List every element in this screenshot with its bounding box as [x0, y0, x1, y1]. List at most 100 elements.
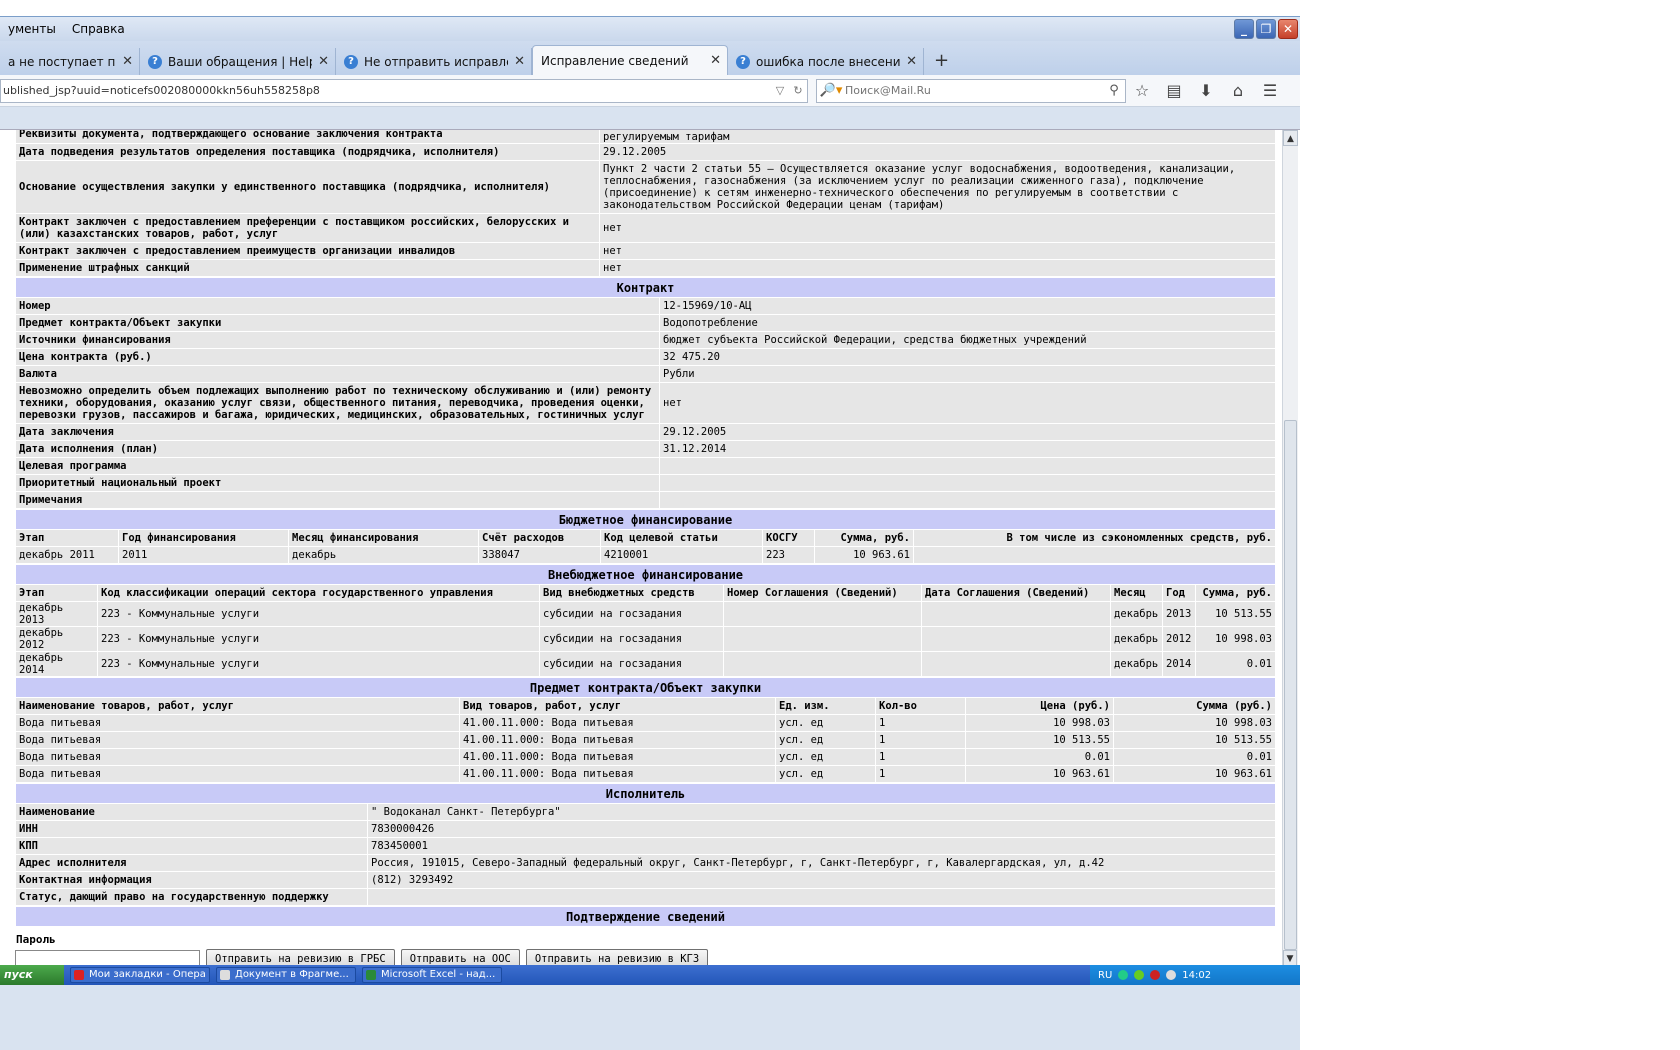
column-header: В том числе из сэкономленных средств, ру…: [913, 529, 1276, 547]
cell: 0.01: [1113, 748, 1276, 766]
tab-close-icon[interactable]: ✕: [122, 54, 133, 69]
cell: 0.01: [965, 748, 1114, 766]
column-header: Код классификации операций сектора госуд…: [97, 584, 540, 602]
home-icon[interactable]: ⌂: [1222, 79, 1254, 103]
menu-documents[interactable]: ументы: [0, 22, 64, 36]
minimize-button[interactable]: _: [1234, 19, 1254, 39]
row-label: ИНН: [15, 820, 368, 838]
scroll-up-icon[interactable]: ▲: [1283, 130, 1298, 146]
bookmark-star-icon[interactable]: ☆: [1126, 79, 1158, 103]
table-row: Контактная информация (812) 3293492: [15, 871, 1276, 889]
new-tab-button[interactable]: +: [924, 50, 959, 75]
table-row: Источники финансирования бюджет субъекта …: [15, 331, 1276, 349]
page-viewport: Реквизиты документа, подтверждающего осн…: [0, 129, 1300, 965]
row-value: нет: [599, 242, 1276, 260]
top-details-table: Реквизиты документа, подтверждающего осн…: [15, 130, 1276, 277]
cell: [921, 601, 1111, 627]
menu-help[interactable]: Справка: [64, 22, 133, 36]
send-grbs-button[interactable]: Отправить на ревизию в ГРБС: [206, 949, 395, 965]
taskbar-item[interactable]: Microsoft Excel - над...: [362, 967, 502, 983]
search-icon[interactable]: ⚲: [1103, 83, 1125, 98]
table-row: декабрь 2014 223 - Коммунальные услуги с…: [15, 651, 1276, 677]
table-row: декабрь 2012 223 - Коммунальные услуги с…: [15, 626, 1276, 652]
start-button[interactable]: пуск: [0, 965, 64, 985]
column-header: Кол-во: [875, 697, 966, 715]
subject-table: Предмет контракта/Объект закупки Наимено…: [15, 677, 1276, 783]
row-value: Пункт 2 части 2 статьи 55 – Осуществляет…: [599, 160, 1276, 214]
row-value: нет: [599, 259, 1276, 277]
executor-table: Исполнитель Наименование " Водоканал Санк…: [15, 783, 1276, 906]
row-value: [659, 474, 1276, 492]
close-window-button[interactable]: ✕: [1278, 19, 1298, 39]
cell: 1: [875, 765, 966, 783]
section-title-executor: Исполнитель: [15, 783, 1276, 804]
row-value: нет: [659, 382, 1276, 424]
dropdown-arrow-icon[interactable]: ▽: [771, 84, 789, 97]
table-row: Предмет контракта/Объект закупки Водопотр…: [15, 314, 1276, 332]
tab-label: Ваши обращения | HelpDesk ...: [168, 54, 312, 69]
cell: 223 - Коммунальные услуги: [97, 626, 540, 652]
cell: 10 513.55: [1195, 601, 1276, 627]
cell: декабрь 2012: [15, 626, 98, 652]
tray-app-icon[interactable]: [1134, 970, 1145, 980]
tab-2[interactable]: ? Не отправить исправление ... ✕: [336, 48, 532, 75]
taskbar-item[interactable]: Мои закладки - Опера: [70, 967, 210, 983]
reload-icon[interactable]: ↻: [789, 84, 807, 97]
cell: 41.00.11.000: Вода питьевая: [459, 731, 776, 749]
column-header: Вид товаров, работ, услуг: [459, 697, 776, 715]
tray-antivirus-icon[interactable]: [1150, 970, 1161, 980]
url-bar[interactable]: ublished_jsp?uuid=noticefs002080000kkn56…: [0, 78, 808, 103]
cell: декабрь 2013: [15, 601, 98, 627]
search-engine-icon[interactable]: 🔎▾: [817, 83, 845, 98]
taskbar-item[interactable]: Документ в Фрагме...: [216, 967, 356, 983]
password-input[interactable]: [15, 949, 200, 965]
tab-0[interactable]: а не поступает подт... ✕: [0, 48, 140, 75]
search-input[interactable]: [845, 84, 1103, 97]
tab-close-icon[interactable]: ✕: [906, 54, 917, 69]
row-value: [659, 457, 1276, 475]
scrollbar-thumb[interactable]: [1284, 420, 1297, 950]
column-header: Номер Соглашения (Сведений): [723, 584, 922, 602]
cell: усл. ед: [775, 765, 876, 783]
cell: [921, 651, 1111, 677]
cell: декабрь 2014: [15, 651, 98, 677]
table-row: декабрь 2011 2011 декабрь 338047 4210001…: [15, 546, 1276, 564]
tab-3-active[interactable]: Исправление сведений ✕: [532, 45, 728, 75]
search-bar[interactable]: 🔎▾ ⚲: [816, 78, 1126, 103]
scroll-down-icon[interactable]: ▼: [1283, 950, 1297, 965]
row-value: нет: [599, 213, 1276, 243]
send-oos-button[interactable]: Отправить на ООС: [400, 949, 520, 965]
table-row: Контракт заключен с предоставлением преф…: [15, 213, 1276, 243]
cell: 338047: [478, 546, 601, 564]
language-indicator[interactable]: RU: [1098, 970, 1112, 981]
row-label: Предмет контракта/Объект закупки: [15, 314, 660, 332]
table-row: Дата подведения результатов определения …: [15, 143, 1276, 161]
restore-button[interactable]: ❐: [1256, 19, 1276, 39]
download-icon[interactable]: ⬇: [1190, 79, 1222, 103]
cell: декабрь 2011: [15, 546, 119, 564]
column-header: Сумма (руб.): [1113, 697, 1276, 715]
tab-close-icon[interactable]: ✕: [710, 53, 721, 68]
tab-4[interactable]: ? ошибка после внесения изм... ✕: [728, 48, 924, 75]
cell: 223: [762, 546, 815, 564]
row-label: Контракт заключен с предоставлением преи…: [15, 242, 600, 260]
row-label: Адрес исполнителя: [15, 854, 368, 872]
volume-icon[interactable]: [1166, 970, 1177, 980]
bookmarks-list-icon[interactable]: ▤: [1158, 79, 1190, 103]
column-header: Цена (руб.): [965, 697, 1114, 715]
tab-close-icon[interactable]: ✕: [514, 54, 525, 69]
column-header: Счёт расходов: [478, 529, 601, 547]
send-kgz-button[interactable]: Отправить на ревизию в КГЗ: [525, 949, 709, 965]
vertical-scrollbar[interactable]: ▲ ▼: [1282, 130, 1298, 965]
column-header: Дата Соглашения (Сведений): [921, 584, 1111, 602]
tab-1[interactable]: ? Ваши обращения | HelpDesk ... ✕: [140, 48, 336, 75]
tray-status-icon[interactable]: [1118, 970, 1129, 980]
column-header: Год финансирования: [118, 529, 289, 547]
menubar: ументы Справка _ ❐ ✕: [0, 17, 1300, 41]
tab-close-icon[interactable]: ✕: [318, 54, 329, 69]
menu-icon[interactable]: ☰: [1254, 79, 1286, 103]
cell: 1: [875, 731, 966, 749]
table-row: декабрь 2013 223 - Коммунальные услуги с…: [15, 601, 1276, 627]
taskbar-item-label: Мои закладки - Опера: [89, 969, 206, 980]
cell: 2014: [1162, 651, 1196, 677]
